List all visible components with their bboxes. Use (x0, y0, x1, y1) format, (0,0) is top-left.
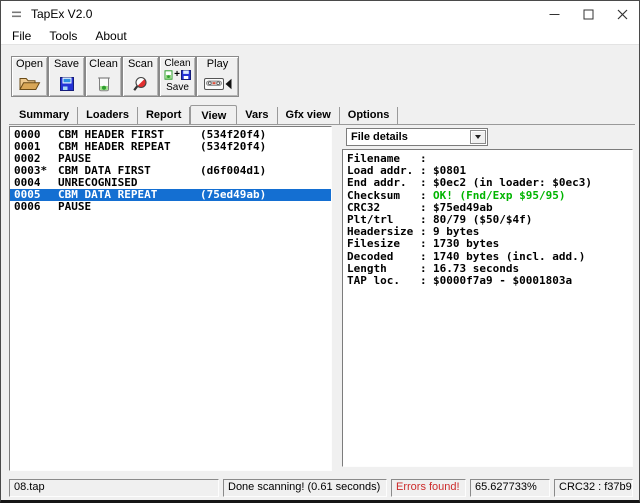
clean-button[interactable]: Clean (85, 56, 122, 97)
detail-separator: : (420, 238, 433, 250)
status-crc32: CRC32 : f37b9064 (554, 479, 633, 497)
tab-vars[interactable]: Vars (237, 107, 277, 124)
detail-label: Filesize (347, 238, 420, 250)
menu-bar: File Tools About (1, 27, 639, 45)
clean-save-bottom-label: Save (166, 82, 189, 93)
scan-button[interactable]: Scan (122, 56, 159, 97)
title-bar: TapEx V2.0 (1, 1, 639, 27)
scan-button-label: Scan (128, 58, 153, 71)
detail-value: $0ec2 (in loader: $0ec3) (433, 177, 632, 189)
entry-index: 0006 (14, 201, 58, 213)
details-view-select-value: File details (347, 129, 487, 143)
detail-line: Decoded:1740 bytes (incl. add.) (347, 251, 632, 263)
entry-type: PAUSE (58, 201, 200, 213)
close-button[interactable] (605, 1, 639, 27)
list-item[interactable]: 0006 PAUSE (10, 201, 331, 213)
app-window: TapEx V2.0 File Tools About Open (0, 0, 640, 503)
tab-frame-line (9, 124, 635, 125)
save-button-label: Save (54, 58, 79, 71)
mini-beaker-icon (164, 70, 173, 80)
detail-line: End addr.:$0ec2 (in loader: $0ec3) (347, 177, 632, 189)
clean-button-label: Clean (89, 58, 118, 71)
status-errors: Errors found! (391, 479, 466, 497)
plus-sign: + (174, 70, 180, 80)
tab-loaders[interactable]: Loaders (78, 107, 138, 124)
details-view-select[interactable]: File details (346, 128, 488, 146)
toolbar: Open Save Clean (11, 56, 239, 97)
detail-line: Checksum:OK! (Fnd/Exp $95/95) (347, 190, 632, 202)
mini-floppy-icon (181, 70, 191, 80)
menu-about[interactable]: About (86, 28, 135, 44)
maximize-button[interactable] (571, 1, 605, 27)
chevron-down-icon (475, 135, 481, 139)
clean-save-top-label: Clean (164, 58, 190, 69)
detail-label: TAP loc. (347, 275, 420, 287)
detail-separator: : (420, 190, 433, 202)
detail-label: End addr. (347, 177, 420, 189)
entry-checksum: (75ed49ab) (200, 189, 331, 201)
detail-value: 1730 bytes (433, 238, 632, 250)
app-icon (11, 9, 25, 20)
detail-separator: : (420, 275, 433, 287)
tab-summary[interactable]: Summary (11, 107, 78, 124)
clean-beaker-icon (97, 71, 111, 96)
detail-separator: : (420, 177, 433, 189)
menu-tools[interactable]: Tools (40, 28, 86, 44)
close-icon (617, 9, 628, 20)
detail-label: Checksum (347, 190, 420, 202)
dropdown-button[interactable] (470, 130, 486, 144)
clean-save-button[interactable]: Clean + Save (159, 56, 196, 97)
open-button[interactable]: Open (11, 56, 48, 97)
file-details-panel: Filename: Load addr.:$0801 End addr.:$0e… (342, 149, 633, 467)
play-button[interactable]: Play (196, 56, 239, 97)
minimize-icon (549, 9, 560, 20)
entry-checksum: (534f20f4) (200, 141, 331, 153)
file-list: 0000 CBM HEADER FIRST (534f20f4) 0001 CB… (9, 126, 332, 471)
save-floppy-icon (59, 71, 75, 96)
status-percentage: 65.627733% (470, 479, 550, 497)
tab-options[interactable]: Options (340, 107, 399, 124)
status-filename: 08.tap (9, 479, 219, 497)
detail-separator: : (420, 251, 433, 263)
detail-line: TAP loc.:$0000f7a9 - $0001803a (347, 275, 632, 287)
tab-view[interactable]: View (190, 105, 237, 125)
minimize-button[interactable] (537, 1, 571, 27)
detail-line: Filesize:1730 bytes (347, 238, 632, 250)
detail-value-checksum-ok: OK! (Fnd/Exp $95/95) (433, 190, 632, 202)
status-scan-result: Done scanning! (0.61 seconds) (223, 479, 387, 497)
detail-label: Decoded (347, 251, 420, 263)
window-title: TapEx V2.0 (31, 7, 92, 21)
tab-gfx-view[interactable]: Gfx view (278, 107, 340, 124)
detail-value: $0000f7a9 - $0001803a (433, 275, 632, 287)
tab-report[interactable]: Report (138, 107, 190, 124)
maximize-icon (583, 9, 594, 20)
play-cassette-icon (204, 71, 232, 96)
open-button-label: Open (16, 58, 43, 71)
save-button[interactable]: Save (48, 56, 85, 97)
menu-file[interactable]: File (3, 28, 40, 44)
entry-checksum (200, 201, 331, 213)
tab-strip: Summary Loaders Report View Vars Gfx vie… (11, 105, 398, 125)
scan-magnifier-icon (132, 71, 149, 96)
entry-checksum: (d6f004d1) (200, 165, 331, 177)
detail-value: 1740 bytes (incl. add.) (433, 251, 632, 263)
play-button-label: Play (207, 58, 228, 71)
open-folder-icon (18, 71, 41, 96)
